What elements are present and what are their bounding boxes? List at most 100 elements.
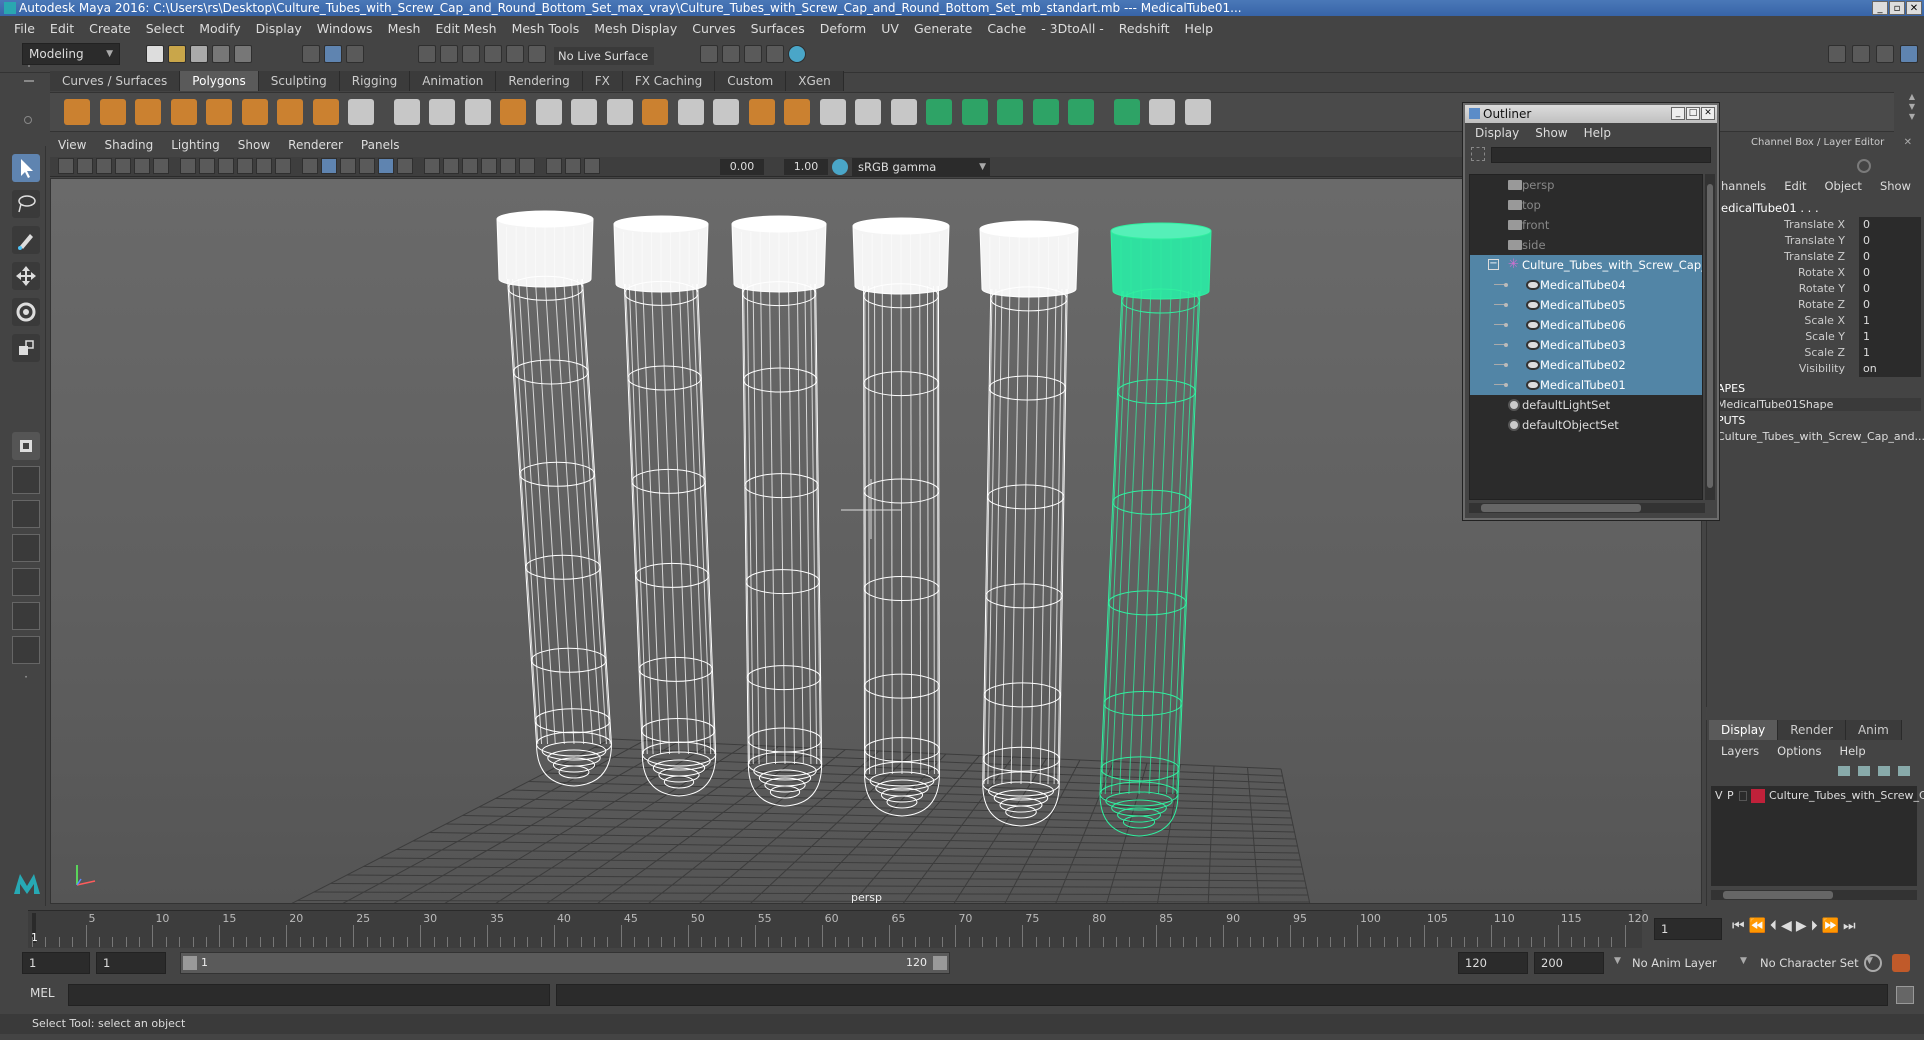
layer-menu-layers[interactable]: Layers [1721, 744, 1759, 758]
rotate-tool-icon[interactable] [12, 298, 40, 326]
grid-icon[interactable] [180, 158, 196, 174]
menu-redshift[interactable]: Redshift [1119, 21, 1170, 36]
scene-canvas[interactable] [51, 179, 1702, 904]
extrude-icon[interactable] [748, 99, 775, 125]
xray-active-icon[interactable] [565, 158, 581, 174]
time-slider[interactable]: 1 5 10 15 20 25 30 35 40 45 50 55 60 65 70 75 80 85 90 95 1… [28, 910, 1649, 948]
outliner-item-medicaltube05[interactable]: MedicalTube05 [1470, 295, 1702, 315]
script-editor-icon[interactable] [1896, 986, 1914, 1004]
channel-rotate-x[interactable]: Rotate X 0 [1707, 265, 1921, 281]
channel-value-field[interactable]: 0 [1859, 265, 1921, 281]
gamma-field[interactable]: 1.00 [784, 159, 828, 175]
menu-create[interactable]: Create [89, 21, 131, 36]
shelf-tab-fx[interactable]: FX [582, 71, 623, 91]
depth-of-field-icon[interactable] [481, 158, 497, 174]
menu-3dtoall[interactable]: - 3DtoAll - [1041, 21, 1104, 36]
bridge-icon[interactable] [606, 99, 633, 125]
smooth-shade-icon[interactable] [340, 158, 356, 174]
motion-blur-icon[interactable] [443, 158, 459, 174]
channel-value-field[interactable]: 0 [1859, 233, 1921, 249]
menu-deform[interactable]: Deform [820, 21, 866, 36]
channel-value-field[interactable]: 0 [1859, 217, 1921, 233]
use-lights-icon[interactable] [378, 158, 394, 174]
xray-icon[interactable] [519, 158, 535, 174]
scale-tool-icon[interactable] [12, 334, 40, 362]
outliner-title-bar[interactable]: Outliner _ □ ✕ [1465, 105, 1717, 123]
menu-select[interactable]: Select [146, 21, 185, 36]
persp-graph-layout-icon[interactable] [12, 602, 40, 630]
menu-edit[interactable]: Edit [50, 21, 74, 36]
open-scene-icon[interactable] [168, 45, 186, 63]
tube-MedicalTube02[interactable] [979, 220, 1079, 827]
command-input[interactable] [68, 984, 550, 1006]
layer-tab-display[interactable]: Display [1709, 720, 1779, 740]
redo-icon[interactable] [234, 45, 252, 63]
snap-view-plane-icon[interactable] [484, 45, 502, 63]
resolution-gate-icon[interactable] [218, 158, 234, 174]
channel-value-field[interactable]: on [1859, 361, 1921, 377]
modeling-toolkit-icon[interactable] [1828, 45, 1846, 63]
go-to-end-icon[interactable]: ⏭ [1843, 918, 1856, 934]
shelf-tab-polygons[interactable]: Polygons [180, 71, 259, 91]
channel-scale-y[interactable]: Scale Y 1 [1707, 329, 1921, 345]
move-layer-up-icon[interactable] [1838, 766, 1850, 776]
minimize-button[interactable]: _ [1872, 1, 1888, 15]
channel-box-close-icon[interactable]: ✕ [1904, 137, 1912, 148]
single-view-layout-icon[interactable] [12, 466, 40, 494]
outliner-horizontal-scrollbar[interactable] [1469, 503, 1705, 513]
poly-pyramid-icon[interactable] [277, 99, 303, 125]
multi-cut-icon[interactable] [677, 99, 704, 125]
panel-menu-panels[interactable]: Panels [361, 138, 400, 156]
panel-menu-shading[interactable]: Shading [104, 138, 153, 156]
menu-windows[interactable]: Windows [317, 21, 373, 36]
channel-value-field[interactable]: 0 [1859, 249, 1921, 265]
panel-menu-lighting[interactable]: Lighting [171, 138, 220, 156]
color-management-icon[interactable] [832, 159, 848, 175]
animation-start-field[interactable]: 1 [22, 952, 90, 974]
xray-joints-icon[interactable] [546, 158, 562, 174]
outliner-menu-help[interactable]: Help [1584, 126, 1611, 140]
layer-type-toggle[interactable] [1739, 791, 1747, 801]
live-surface-field[interactable]: No Live Surface [554, 47, 654, 65]
shelf-tab-curves-surfaces[interactable]: Curves / Surfaces [50, 71, 181, 91]
menu-generate[interactable]: Generate [914, 21, 972, 36]
boolean-icon[interactable] [535, 99, 562, 125]
restore-button[interactable]: ▫ [1889, 1, 1905, 15]
outliner-item-medicaltube01[interactable]: MedicalTube01 [1470, 375, 1702, 395]
channel-rotate-z[interactable]: Rotate Z 0 [1707, 297, 1921, 313]
attribute-editor-icon[interactable] [1852, 45, 1870, 63]
layout-options-icon[interactable]: · [12, 670, 40, 690]
channel-box-menu-edit[interactable]: Edit [1784, 179, 1806, 193]
animation-preferences-icon[interactable] [1892, 954, 1910, 972]
tube-MedicalTube01[interactable] [1099, 222, 1212, 837]
channel-box-menu-hannels[interactable]: hannels [1721, 179, 1766, 193]
layer-color-swatch[interactable] [1751, 789, 1765, 803]
menu-uv[interactable]: UV [881, 21, 899, 36]
go-to-start-icon[interactable]: ⏮ [1732, 918, 1745, 934]
object-mode-icon[interactable] [324, 45, 342, 63]
spherical-map-icon[interactable] [1032, 99, 1059, 125]
gate-mask-icon[interactable] [237, 158, 253, 174]
combine-icon[interactable] [393, 99, 420, 125]
wireframe-icon[interactable] [321, 158, 337, 174]
channel-scale-x[interactable]: Scale X 1 [1707, 313, 1921, 329]
menu-mesh-display[interactable]: Mesh Display [594, 21, 677, 36]
layout-uv-icon[interactable] [1113, 99, 1140, 125]
animation-end-field[interactable]: 200 [1534, 952, 1604, 974]
outliner-maximize-button[interactable]: □ [1686, 107, 1700, 120]
channel-visibility[interactable]: Visibility on [1707, 361, 1921, 377]
menu-cache[interactable]: Cache [987, 21, 1026, 36]
outliner-item-medicaltube02[interactable]: MedicalTube02 [1470, 355, 1702, 375]
bevel-icon[interactable] [784, 99, 810, 125]
textured-icon[interactable] [359, 158, 375, 174]
channel-value-field[interactable]: 1 [1859, 329, 1921, 345]
render-frame-icon[interactable] [722, 45, 740, 63]
channel-scale-z[interactable]: Scale Z 1 [1707, 345, 1921, 361]
channel-box-icon[interactable] [1900, 45, 1918, 63]
screen-space-ao-icon[interactable] [424, 158, 440, 174]
mode-dropdown[interactable]: Modeling ▼ [22, 43, 120, 65]
play-forward-icon[interactable]: ▶ [1796, 918, 1807, 934]
outliner-item-side[interactable]: side [1470, 235, 1702, 255]
target-weld-icon[interactable] [819, 99, 846, 125]
uv-editor-icon[interactable] [890, 99, 917, 125]
